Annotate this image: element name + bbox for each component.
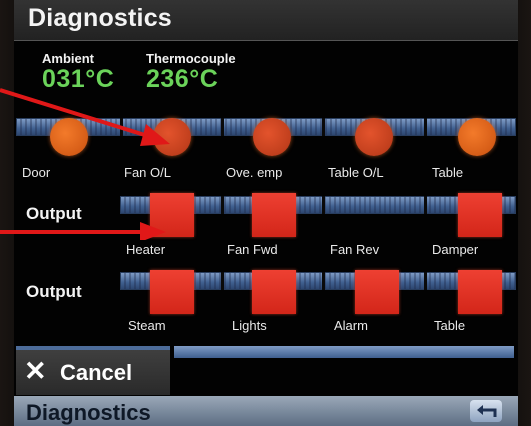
table-ol-label: Table O/L [328, 165, 384, 180]
footer-title: Diagnostics [26, 400, 151, 425]
divider [322, 196, 325, 214]
ambient-label: Ambient [42, 51, 94, 66]
alarm-output-toggle[interactable] [355, 270, 399, 314]
page-title: Diagnostics [28, 4, 172, 32]
table-input-indicator[interactable] [458, 118, 496, 156]
output-row-2-label: Output [26, 282, 82, 301]
steam-output-toggle[interactable] [150, 270, 194, 314]
door-label: Door [22, 165, 51, 180]
divider [424, 272, 427, 290]
thermocouple-label: Thermocouple [146, 51, 236, 66]
damper-output-toggle[interactable] [458, 193, 502, 237]
alarm-label: Alarm [334, 318, 368, 333]
fan-rev-label: Fan Rev [330, 242, 380, 257]
divider [424, 118, 427, 136]
annotation-arrow-fan-ol [0, 88, 170, 146]
divider [221, 272, 224, 290]
table-ol-indicator[interactable] [355, 118, 393, 156]
table-output-label: Table [434, 318, 466, 333]
lights-output-toggle[interactable] [252, 270, 296, 314]
cancel-label: Cancel [60, 360, 133, 385]
over-temp-indicator[interactable] [253, 118, 291, 156]
divider [322, 272, 325, 290]
close-icon: ✕ [24, 356, 47, 386]
cancel-row-bar [174, 346, 514, 358]
fan-fwd-label: Fan Fwd [227, 242, 278, 257]
heater-label: Heater [126, 242, 166, 257]
steam-label: Steam [128, 318, 166, 333]
damper-label: Damper [432, 242, 479, 257]
cancel-button[interactable]: ✕ Cancel [16, 346, 170, 395]
divider [322, 118, 325, 136]
lights-label: Lights [232, 318, 267, 333]
fan-ol-label: Fan O/L [124, 165, 171, 180]
table-output-toggle[interactable] [458, 270, 502, 314]
annotation-arrow-heater [0, 222, 166, 240]
fan-fwd-output-toggle[interactable] [252, 193, 296, 237]
back-arrow-icon[interactable] [470, 400, 502, 422]
title-bar: Diagnostics [14, 0, 518, 41]
divider [221, 196, 224, 214]
divider [221, 118, 224, 136]
over-temp-label: Ove. emp [226, 165, 283, 180]
table-input-label: Table [432, 165, 464, 180]
divider [424, 196, 427, 214]
footer-bar: Diagnostics [14, 396, 518, 426]
